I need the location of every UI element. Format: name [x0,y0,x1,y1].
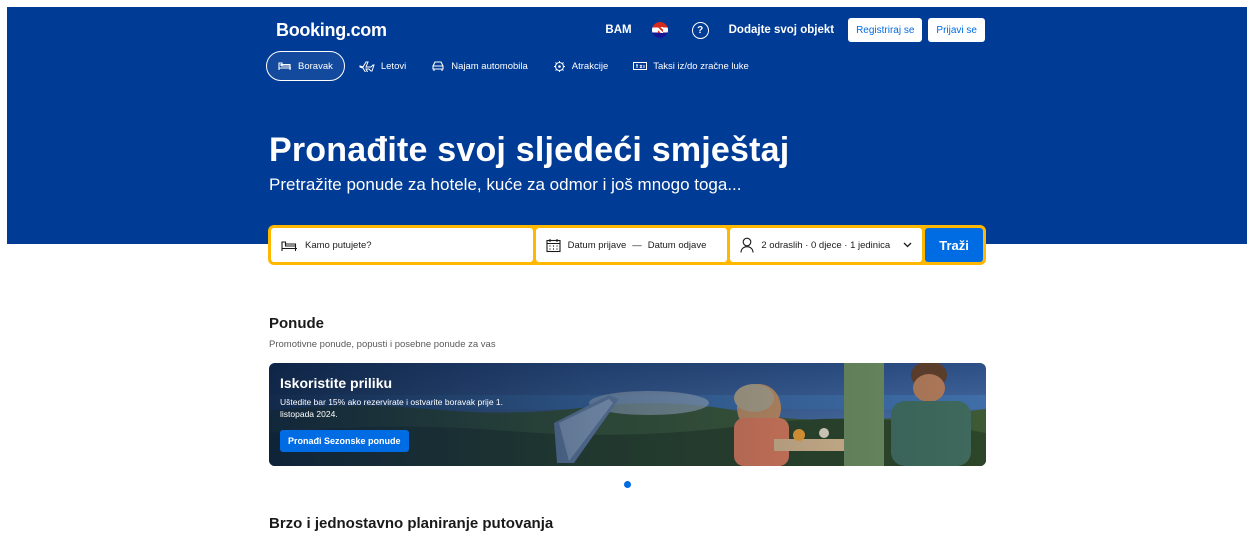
promo-title: Iskoristite priliku [280,375,393,391]
bed-icon [278,60,292,72]
bed-icon [281,239,298,252]
tab-stays[interactable]: Boravak [266,51,345,81]
tab-flights[interactable]: Letovi [348,51,417,81]
help-circle-icon[interactable]: ? [691,21,709,39]
tab-attractions-label: Atrakcije [571,60,609,72]
promo-description: Uštedite bar 15% ako rezervirate i ostva… [280,397,503,419]
tab-attractions[interactable]: Atrakcije [542,51,619,81]
promo-cta-button[interactable]: Pronađi Sezonske ponude [280,430,409,452]
promo-text: Iskoristite priliku Uštedite bar 15% ako… [280,375,530,420]
search-button[interactable]: Traži [925,228,983,262]
currency-selector[interactable]: BAM [605,24,631,36]
top-bar: Booking.com BAM ? Dodajte svoj objekt Re… [269,14,985,46]
offers-title: Ponude [269,315,324,332]
tab-airport-taxi-label: Taksi iz/do zračne luke [653,60,749,72]
taxi-icon [633,61,648,71]
plane-icon [359,60,375,72]
search-bar: Kamo putujete? Datum prijave — Datum odj… [268,225,986,265]
language-flag-icon[interactable] [651,22,668,38]
guests-group: 2 odraslih · 0 djece · 1 jedinica [740,237,890,253]
checkin-date: Datum prijave [567,239,627,251]
guests-summary: 2 odraslih · 0 djece · 1 jedinica [761,239,891,251]
booking-logo[interactable]: Booking.com [276,20,387,41]
promo-banner[interactable]: Iskoristite priliku Uštedite bar 15% ako… [269,363,986,466]
person-icon [740,237,754,253]
destination-input[interactable]: Kamo putujete? [271,228,533,262]
hero-subtitle: Pretražite ponude za hotele, kuće za odm… [269,175,742,194]
car-icon [431,60,445,72]
date-separator: — [632,239,642,251]
offers-subtitle: Promotivne ponude, popusti i posebne pon… [269,339,496,350]
product-nav: Boravak Letovi Najam automobila Atrakcij… [266,51,763,81]
tab-flights-label: Letovi [380,60,407,72]
guests-selector[interactable]: 2 odraslih · 0 djece · 1 jedinica [730,228,923,262]
checkout-date: Datum odjave [647,239,707,251]
date-picker[interactable]: Datum prijave — Datum odjave [535,228,728,262]
tab-car-rental-label: Najam automobila [451,60,528,72]
header-actions: BAM ? Dodajte svoj objekt Registriraj se… [605,18,985,42]
list-property-link[interactable]: Dodajte svoj objekt [729,24,834,36]
calendar-icon [546,238,561,253]
signin-button[interactable]: Prijavi se [928,18,985,42]
register-button[interactable]: Registriraj se [848,18,923,42]
planning-section-title: Brzo i jednostavno planiranje putovanja [269,515,554,532]
hero-title: Pronađite svoj sljedeći smještaj [269,131,790,169]
chevron-down-icon [903,240,912,251]
tab-airport-taxi[interactable]: Taksi iz/do zračne luke [622,51,760,81]
tab-stays-label: Boravak [298,60,333,72]
tab-car-rental[interactable]: Najam automobila [420,51,539,81]
destination-placeholder: Kamo putujete? [305,239,372,251]
attractions-icon [553,60,566,73]
carousel-indicator-dot[interactable] [624,481,631,488]
